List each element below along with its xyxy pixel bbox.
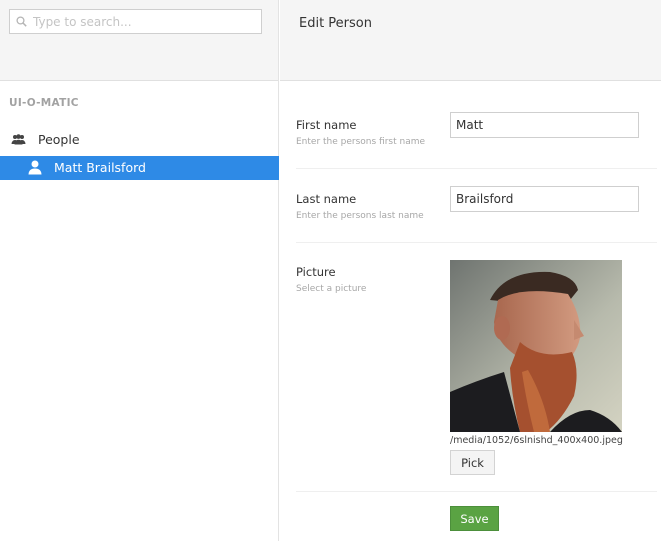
picture-description: Select a picture	[296, 284, 367, 294]
picture-property: Picture Select a picture /media/1052/6sl…	[296, 260, 657, 480]
section-title: UI-O-MATIC	[9, 97, 79, 109]
last-name-label: Last name	[296, 192, 357, 206]
search-icon	[16, 16, 27, 27]
save-button[interactable]: Save	[450, 506, 499, 531]
first-name-description: Enter the persons first name	[296, 137, 426, 147]
tree-item-people[interactable]: People	[0, 129, 279, 151]
picture-path: /media/1052/6slnishd_400x400.jpeg	[450, 435, 623, 446]
search-box[interactable]	[9, 9, 262, 34]
first-name-property: First name Enter the persons first name	[296, 112, 657, 168]
first-name-label: First name	[296, 118, 357, 132]
divider	[296, 242, 657, 243]
sidebar-header	[0, 0, 278, 81]
editor-header: Edit Person	[280, 0, 661, 81]
tree-item-label: People	[38, 132, 80, 147]
search-input[interactable]	[33, 14, 253, 29]
divider	[296, 491, 657, 492]
first-name-field[interactable]	[450, 112, 639, 138]
last-name-field[interactable]	[450, 186, 639, 212]
pick-button[interactable]: Pick	[450, 450, 495, 475]
last-name-property: Last name Enter the persons last name	[296, 186, 657, 242]
last-name-description: Enter the persons last name	[296, 211, 424, 221]
page-title: Edit Person	[299, 16, 372, 31]
person-icon	[28, 160, 42, 175]
person-photo	[450, 260, 622, 432]
editor-panel: Edit Person First name Enter the persons…	[280, 0, 661, 541]
picture-label: Picture	[296, 265, 336, 279]
sidebar: UI-O-MATIC People Matt Brailsford	[0, 0, 279, 541]
tree-item-label: Matt Brailsford	[54, 160, 146, 175]
divider	[296, 168, 657, 169]
people-icon	[11, 134, 26, 145]
tree-item-matt-brailsford[interactable]: Matt Brailsford	[0, 156, 279, 180]
